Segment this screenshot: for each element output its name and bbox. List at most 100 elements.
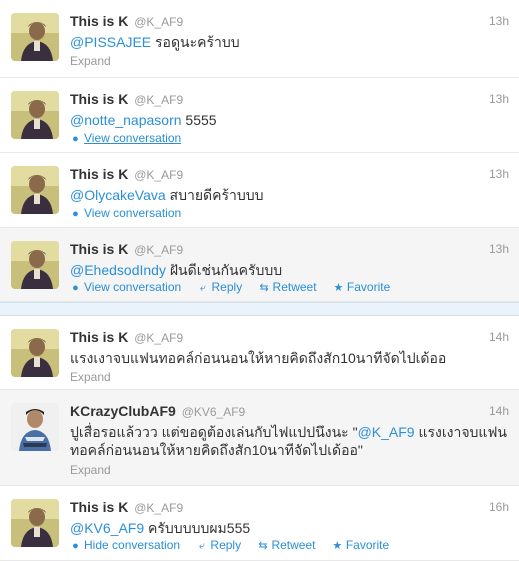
tweet-text: @KV6_AF9 ครับบบบบผม555 [70,519,509,537]
tweet-actions: ● View conversation [70,206,194,221]
tweet-header: KCrazyClubAF9 @KV6_AF9 14h [70,403,509,419]
timestamp[interactable]: 13h [489,241,509,257]
author-handle[interactable]: @K_AF9 [134,243,183,257]
conversation-gap [0,302,519,316]
speech-bubble-icon: ● [72,540,79,552]
mention-link[interactable]: @KV6_AF9 [70,520,144,536]
reply-button[interactable]: ⤶ Reply [196,538,241,553]
avatar[interactable] [11,329,59,377]
tweet-actions: ● Hide conversation ⤶ Reply ⇆ Retweet ★ Favo… [70,538,402,553]
tweet-actions: Expand [70,463,124,477]
tweet-body: ปูเสื่อรอแล้ววว แต่ขอดูต้องเล่นกับไฟแปปน… [70,424,358,440]
view-conversation-link[interactable]: ● View conversation [70,206,181,221]
tweet[interactable]: This is K @K_AF9 13h @PISSAJEE รอดูนะคร้… [0,0,519,78]
author-name[interactable]: KCrazyClubAF9 [70,403,176,419]
tweet-header: This is K @K_AF9 13h [70,241,509,257]
author-handle[interactable]: @K_AF9 [134,501,183,515]
retweet-label: Retweet [272,280,317,294]
tweet[interactable]: KCrazyClubAF9 @KV6_AF9 14h ปูเสื่อรอแล้ว… [0,390,519,486]
speech-bubble-icon: ● [72,282,79,294]
avatar[interactable] [11,241,59,289]
mention-link[interactable]: @K_AF9 [358,424,415,440]
star-icon: ★ [332,540,343,552]
timestamp[interactable]: 13h [489,13,509,29]
timestamp[interactable]: 16h [489,499,509,515]
avatar[interactable] [11,91,59,139]
avatar[interactable] [11,403,59,451]
tweet-text: @notte_napasorn 5555 [70,111,509,129]
tweet-body-continued: แรงเงาจบแฟน [414,424,507,440]
tweet[interactable]: This is K @K_AF9 13h @EhedsodIndy ฝันดีเ… [0,228,519,302]
reply-arrow-icon: ⤶ [198,540,205,552]
view-conversation-label: View conversation [84,131,182,145]
timestamp[interactable]: 14h [489,403,509,419]
author-handle[interactable]: @K_AF9 [134,168,183,182]
tweet-header: This is K @K_AF9 14h [70,329,509,345]
tweet-text: @OlycakeVava สบายดีคร้าบบบ [70,186,509,204]
tweet-actions: ● View conversation [70,131,194,146]
favorite-button[interactable]: ★ Favorite [332,538,389,553]
mention-link[interactable]: @OlycakeVava [70,187,166,203]
favorite-button[interactable]: ★ Favorite [333,280,390,295]
hide-conversation-link[interactable]: ● Hide conversation [70,538,180,553]
favorite-label: Favorite [345,538,390,552]
tweet-body: 5555 [181,112,217,128]
reply-label: Reply [211,280,243,294]
favorite-label: Favorite [346,280,391,294]
tweet-header: This is K @K_AF9 16h [70,499,509,515]
mention-link[interactable]: @EhedsodIndy [70,262,166,278]
tweet-actions: ● View conversation ⤶ Reply ⇆ Retweet ★ Favo… [70,280,403,295]
tweet[interactable]: This is K @K_AF9 14h แรงเงาจบแฟนทอคล์ก่อ… [0,316,519,390]
tweet-actions: Expand [70,370,124,384]
author-handle[interactable]: @KV6_AF9 [182,405,246,419]
author-handle[interactable]: @K_AF9 [134,331,183,345]
retweet-button[interactable]: ⇆ Retweet [257,538,315,553]
timestamp[interactable]: 14h [489,329,509,345]
tweet-body-line2: ทอคล์ก่อนนอนให้หายคิดถึงสัก10นาทีจัดไปเด… [70,442,363,458]
tweet[interactable]: This is K @K_AF9 13h @notte_napasorn 555… [0,78,519,153]
avatar[interactable] [11,499,59,547]
expand-link[interactable]: Expand [70,370,111,384]
retweet-button[interactable]: ⇆ Retweet [259,280,317,295]
author-name[interactable]: This is K [70,329,128,345]
author-name[interactable]: This is K [70,91,128,107]
tweet-header: This is K @K_AF9 13h [70,91,509,107]
tweet-body: ฝันดีเช่นกันครับบบ [165,262,283,278]
view-conversation-link[interactable]: ● View conversation [70,131,181,146]
avatar[interactable] [11,166,59,214]
tweet-header: This is K @K_AF9 13h [70,13,509,29]
reply-button[interactable]: ⤶ Reply [198,280,243,295]
author-handle[interactable]: @K_AF9 [134,15,183,29]
expand-link[interactable]: Expand [70,54,111,68]
mention-link[interactable]: @PISSAJEE [70,34,151,50]
view-conversation-link[interactable]: ● View conversation [70,280,181,295]
timestamp[interactable]: 13h [489,166,509,182]
retweet-label: Retweet [271,538,316,552]
tweet[interactable]: This is K @K_AF9 13h @OlycakeVava สบายดี… [0,153,519,228]
reply-arrow-icon: ⤶ [199,282,207,294]
timestamp[interactable]: 13h [489,91,509,107]
speech-bubble-icon: ● [72,208,79,220]
expand-link[interactable]: Expand [70,463,111,477]
mention-link[interactable]: @notte_napasorn [70,112,182,128]
tweet-text: แรงเงาจบแฟนทอคล์ก่อนนอนให้หายคิดถึงสัก10… [70,350,447,366]
speech-bubble-icon: ● [72,133,79,145]
tweet-body: ครับบบบบผม555 [144,520,251,536]
author-name[interactable]: This is K [70,241,128,257]
tweet-body: สบายดีคร้าบบบ [165,187,264,203]
reply-label: Reply [210,538,242,552]
tweet[interactable]: This is K @K_AF9 16h @KV6_AF9 ครับบบบบผม… [0,486,519,561]
tweet-stream: This is K @K_AF9 13h @PISSAJEE รอดูนะคร้… [0,0,519,561]
author-name[interactable]: This is K [70,499,128,515]
view-conversation-label: View conversation [84,280,182,294]
tweet-text: @EhedsodIndy ฝันดีเช่นกันครับบบ [70,261,509,279]
tweet-text: @PISSAJEE รอดูนะคร้าบบ [70,33,509,51]
author-name[interactable]: This is K [70,13,128,29]
author-name[interactable]: This is K [70,166,128,182]
avatar[interactable] [11,13,59,61]
retweet-icon: ⇆ [258,540,268,552]
author-handle[interactable]: @K_AF9 [134,93,183,107]
star-icon: ★ [333,282,344,294]
tweet-body: รอดูนะคร้าบบ [151,34,240,50]
retweet-icon: ⇆ [259,282,269,294]
